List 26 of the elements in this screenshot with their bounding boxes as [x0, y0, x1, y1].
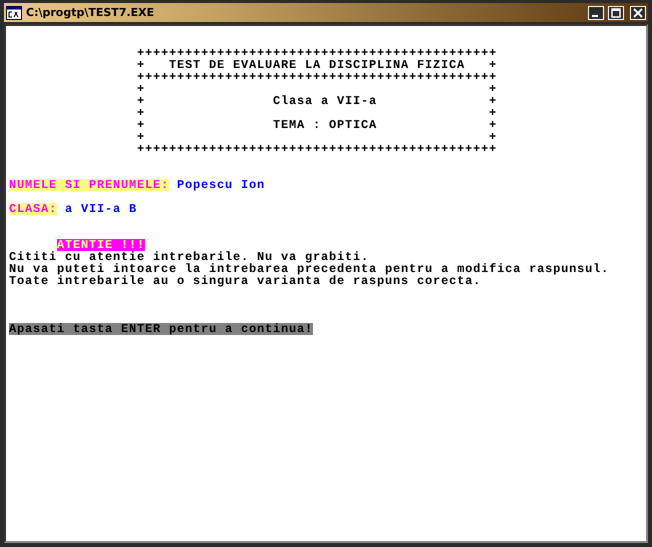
banner-line: + +: [137, 107, 498, 119]
class-name: a VII-a B: [65, 203, 138, 215]
close-icon: [633, 8, 643, 18]
instruction-text: Toate intrebarile au o singura varianta de raspuns corecta.: [9, 275, 482, 287]
banner-line: +++++++++++++++++++++++++++++++++++++++++++++: [137, 71, 498, 83]
attention-heading: ATENTIE !!!: [57, 239, 146, 251]
close-button[interactable]: [630, 6, 646, 20]
banner-line: + +: [137, 131, 498, 143]
instruction-text: Nu va puteti intoarce la intrebarea precedenta pentru a modifica raspunsul.: [9, 263, 610, 275]
maximize-button[interactable]: [608, 6, 624, 20]
field-label: CLASA:: [9, 203, 58, 215]
banner-line: +++++++++++++++++++++++++++++++++++++++++++++: [137, 47, 498, 59]
student-name: Popescu Ion: [177, 179, 266, 191]
continue-prompt: Apasati tasta ENTER pentru a continua!: [9, 323, 314, 335]
maximize-icon: [611, 8, 621, 18]
banner-line: + TEMA : OPTICA +: [137, 119, 498, 131]
banner-line: + Clasa a VII-a +: [137, 95, 498, 107]
minimize-button[interactable]: [588, 6, 604, 20]
minimize-icon: [592, 14, 598, 16]
instruction-text: Cititi cu atentie intrebarile. Nu va grabiti.: [9, 251, 370, 263]
banner-line: + +: [137, 83, 498, 95]
banner-line: + TEST DE EVALUARE LA DISCIPLINA FIZICA +: [137, 59, 498, 71]
console-icon: [6, 6, 22, 20]
field-label: NUMELE SI PRENUMELE:: [9, 179, 170, 191]
window-title: C:\progtp\TEST7.EXE: [26, 6, 156, 19]
banner-line: +++++++++++++++++++++++++++++++++++++++++++++: [137, 143, 498, 155]
